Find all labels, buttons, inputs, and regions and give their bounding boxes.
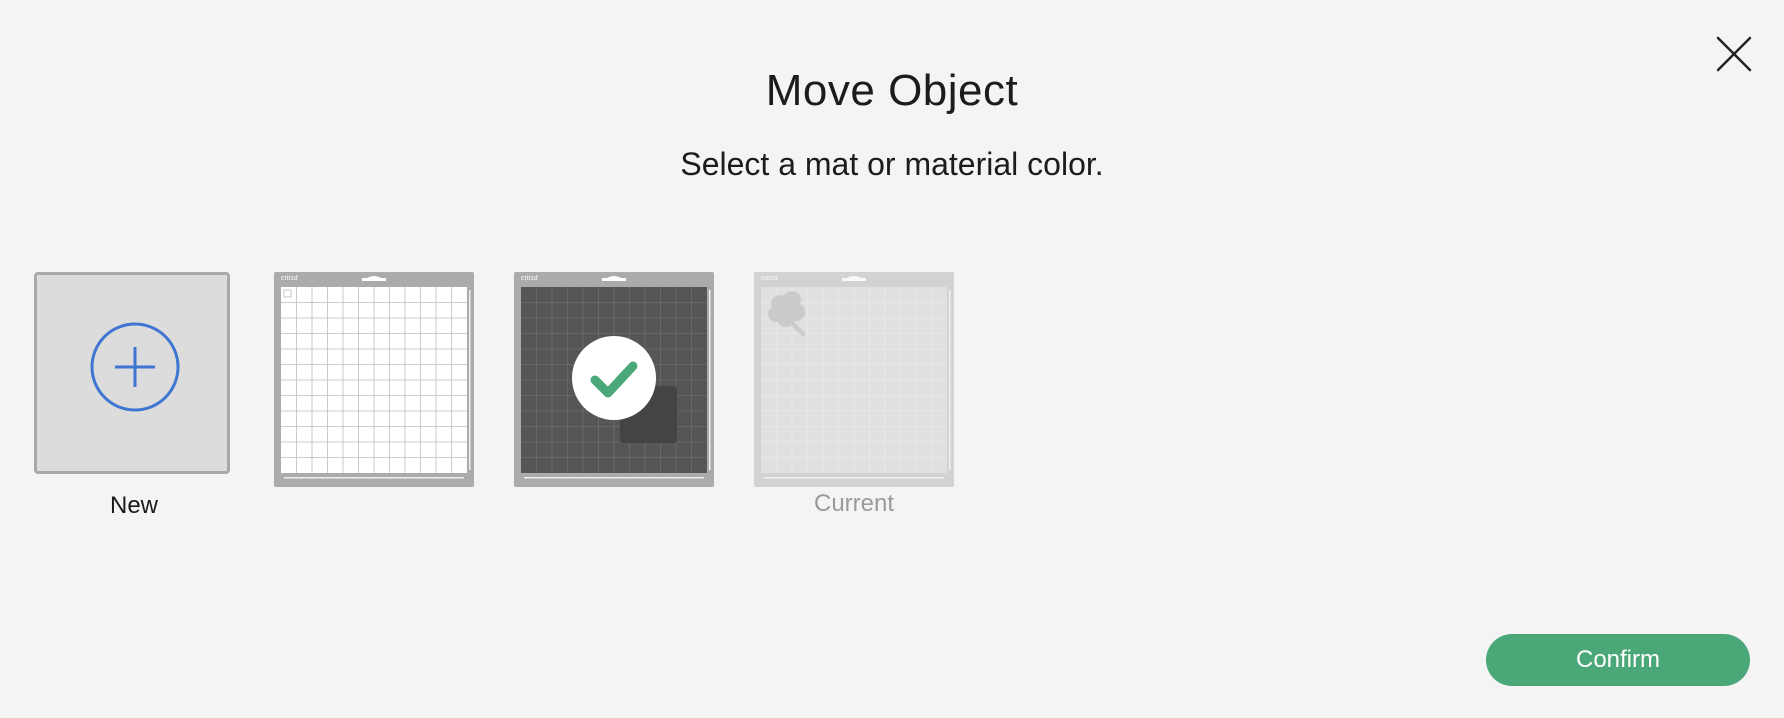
new-mat-tile[interactable] (34, 272, 230, 474)
new-mat-label: New (109, 492, 158, 519)
brand-logo-text: cricut (281, 275, 298, 282)
cutting-mat-white: cricut (274, 272, 474, 487)
dark-mat-tile[interactable]: cricut (514, 272, 714, 487)
dialog-subtitle: Select a mat or material color. (680, 146, 1104, 182)
dialog-title: Move Object (765, 66, 1019, 115)
current-mat-tile: cricut (754, 272, 954, 487)
move-object-dialog: Move Object Select a mat or material col… (0, 0, 1784, 718)
cutting-mat-dark: cricut (514, 272, 714, 487)
plus-circle-icon (90, 322, 180, 412)
confirm-button[interactable]: Confirm (1486, 634, 1750, 686)
white-mat-tile[interactable]: cricut (274, 272, 474, 487)
brand-logo-text: cricut (521, 275, 538, 282)
current-mat-label: Current (813, 490, 895, 517)
cutting-mat-current: cricut (754, 272, 954, 487)
design-object-square (620, 386, 677, 443)
brand-logo-text: cricut (761, 275, 778, 282)
